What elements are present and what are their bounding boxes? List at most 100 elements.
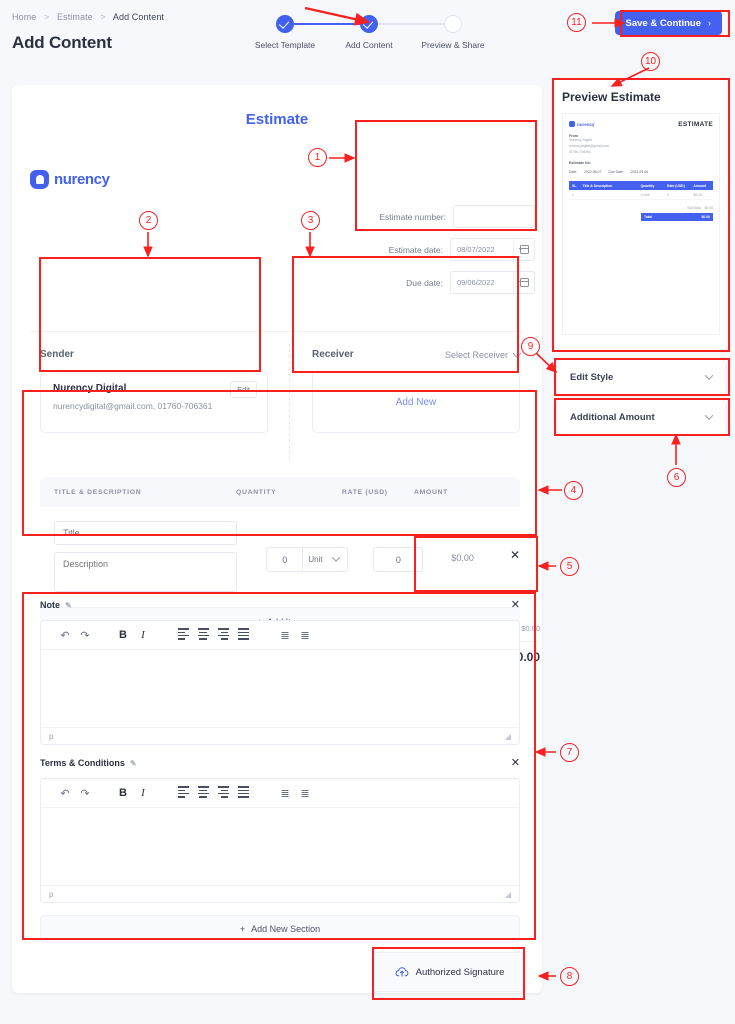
step-add-content[interactable]: Add Content	[327, 15, 411, 50]
item-title-input[interactable]	[54, 521, 237, 545]
due-date-calendar-button[interactable]	[513, 272, 534, 293]
align-justify-icon[interactable]	[233, 783, 253, 803]
chevron-down-icon	[704, 371, 714, 380]
callout-4: 4	[564, 481, 583, 500]
callout-6: 6	[667, 468, 686, 487]
item-quantity-input[interactable]	[266, 547, 304, 572]
terms-title: Terms & Conditions	[40, 758, 125, 768]
italic-icon[interactable]: I	[133, 625, 153, 645]
italic-icon[interactable]: I	[133, 783, 153, 803]
breadcrumb-add-content: Add Content	[112, 12, 165, 22]
save-and-continue-button[interactable]: Save & Continue ›	[614, 11, 722, 35]
terms-close-icon[interactable]: ✕	[511, 757, 520, 769]
align-center-icon[interactable]	[193, 783, 213, 803]
sender-edit-button[interactable]: Edit	[230, 381, 257, 398]
mini-due-value: 2022-09-06	[630, 170, 649, 175]
item-unit-select[interactable]: Unit	[303, 547, 349, 572]
bullet-list-icon[interactable]: ≣	[275, 783, 295, 803]
resize-handle[interactable]: ◢	[505, 890, 511, 899]
app-root: Home > Estimate > Add Content Add Conten…	[0, 0, 735, 1024]
mini-col-rate: Rate (USD)	[667, 183, 685, 188]
remove-item-icon[interactable]: ✕	[510, 549, 520, 561]
terms-path-status: p	[49, 889, 54, 899]
step-label: Preview & Share	[421, 40, 485, 50]
mini-table-row: 1 0 Unit 0 $0.00	[569, 190, 713, 201]
additional-amount-accordion[interactable]: Additional Amount	[557, 400, 725, 434]
add-new-section-button[interactable]: + Add New Section	[40, 915, 520, 943]
pencil-icon[interactable]: ✎	[130, 759, 137, 768]
chevron-down-icon	[704, 411, 714, 420]
receiver-add-new-button[interactable]: Add New	[312, 371, 520, 433]
sender-card: Nurency Digital nurencydigital@gmail.com…	[40, 371, 268, 433]
item-rate-input[interactable]	[373, 547, 424, 572]
mini-date-value: 2022-08-07	[584, 170, 602, 175]
item-unit-select-wrap: Unit	[303, 547, 349, 572]
terms-editor-box: ↶ ↷ B I ≣ ≣ p ◢	[40, 778, 520, 903]
bold-icon[interactable]: B	[113, 783, 133, 803]
mini-estimate-preview[interactable]: nurency ESTIMATE From Nurency Digital nu…	[562, 113, 720, 335]
select-receiver-dropdown[interactable]: Select Receiver	[445, 348, 522, 360]
sender-label: Sender	[40, 349, 74, 360]
undo-icon[interactable]: ↶	[55, 625, 75, 645]
column-title-description: TITLE & DESCRIPTION	[54, 488, 142, 496]
redo-icon[interactable]: ↷	[75, 783, 95, 803]
step-dot-done	[276, 15, 294, 33]
note-editor-box: ↶ ↷ B I ≣ ≣ p ◢	[40, 620, 520, 745]
due-date-input[interactable]	[451, 272, 513, 293]
align-right-icon[interactable]	[213, 783, 233, 803]
step-dot-done	[360, 15, 378, 33]
calendar-icon	[519, 245, 529, 254]
redo-icon[interactable]: ↷	[75, 625, 95, 645]
cloud-upload-icon	[395, 967, 409, 977]
note-title: Note	[40, 600, 60, 610]
plus-icon: +	[239, 924, 246, 934]
step-select-template[interactable]: Select Template	[243, 15, 327, 50]
resize-handle[interactable]: ◢	[505, 732, 511, 741]
align-left-icon[interactable]	[173, 783, 193, 803]
sender-section: Sender Nurency Digital nurencydigital@gm…	[40, 349, 268, 433]
progress-stepper: Select Template Add Content Preview & Sh…	[250, 15, 485, 60]
align-right-icon[interactable]	[213, 625, 233, 645]
chevron-right-icon: ›	[708, 18, 711, 28]
mini-total-row: Total $0.00	[641, 213, 713, 222]
breadcrumb-home[interactable]: Home	[12, 12, 36, 22]
authorized-signature-button[interactable]: Authorized Signature	[372, 952, 527, 992]
estimate-date-field[interactable]	[450, 238, 535, 261]
estimate-number-label: Estimate number:	[379, 211, 446, 222]
bullet-list-icon[interactable]: ≣	[275, 625, 295, 645]
due-date-field[interactable]	[450, 271, 535, 294]
align-center-icon[interactable]	[193, 625, 213, 645]
undo-icon[interactable]: ↶	[55, 783, 75, 803]
note-text-area[interactable]	[41, 649, 519, 727]
estimate-date-input[interactable]	[451, 239, 513, 260]
step-label: Add Content	[345, 40, 393, 50]
estimate-number-row: Estimate number:	[367, 205, 535, 228]
estimate-document: Estimate nurency Estimate number: Estima…	[12, 85, 542, 993]
mini-cell-rate: 0	[667, 192, 669, 197]
estimate-number-input[interactable]	[453, 205, 535, 228]
step-dot-todo	[444, 15, 462, 33]
note-close-icon[interactable]: ✕	[511, 599, 520, 611]
numbered-list-icon[interactable]: ≣	[295, 783, 315, 803]
pencil-icon[interactable]: ✎	[65, 601, 72, 610]
mini-from-line: 01760-706361	[569, 149, 591, 154]
step-preview-share[interactable]: Preview & Share	[411, 15, 495, 50]
note-title-wrap: Note ✎	[40, 600, 72, 610]
calendar-icon	[519, 278, 529, 287]
mini-subtotal-row: SubTotal $0.00	[569, 206, 713, 210]
mini-preview-header: nurency ESTIMATE	[569, 121, 713, 128]
estimate-date-calendar-button[interactable]	[513, 239, 534, 260]
vertical-divider	[289, 343, 290, 461]
align-justify-icon[interactable]	[233, 625, 253, 645]
item-description-input[interactable]	[54, 552, 237, 592]
bold-icon[interactable]: B	[113, 625, 133, 645]
chevron-down-icon	[512, 348, 522, 358]
edit-style-accordion[interactable]: Edit Style	[557, 360, 725, 394]
breadcrumb: Home > Estimate > Add Content	[12, 12, 164, 22]
breadcrumb-estimate[interactable]: Estimate	[57, 12, 93, 22]
edit-style-label: Edit Style	[570, 371, 614, 383]
numbered-list-icon[interactable]: ≣	[295, 625, 315, 645]
mini-cell-sl: 1	[572, 192, 574, 197]
align-left-icon[interactable]	[173, 625, 193, 645]
terms-text-area[interactable]	[41, 807, 519, 885]
